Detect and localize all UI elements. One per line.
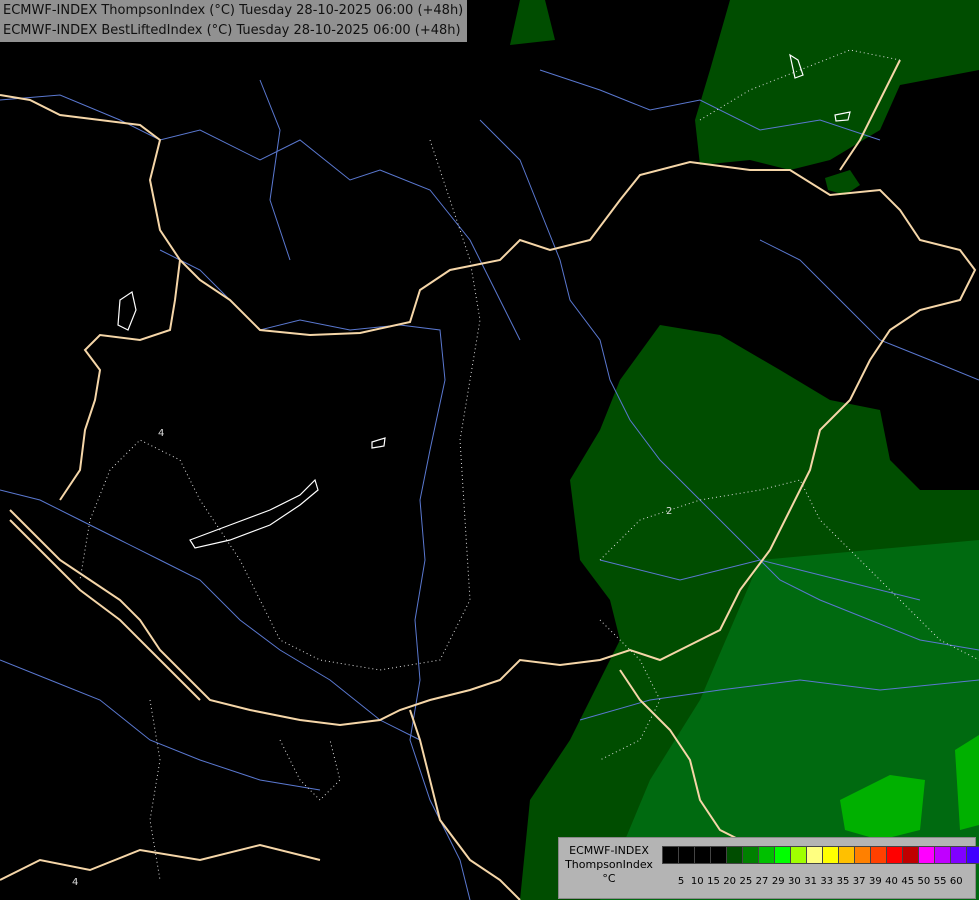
- legend-tick-label: 35: [836, 876, 850, 887]
- legend-swatch: [822, 846, 839, 864]
- legend-tick-label: 25: [739, 876, 753, 887]
- country-border: [59, 259, 181, 501]
- legend-swatch: [774, 846, 791, 864]
- legend-swatch: [726, 846, 743, 864]
- legend-tick-label: 10: [690, 876, 704, 887]
- legend-swatch: [710, 846, 727, 864]
- index-fill-layer: [510, 0, 979, 900]
- legend-ticks: 5 10 15 20 25 27 29 30 31 33 35 37 39 40 45 50 55 60: [673, 876, 964, 887]
- legend-param: ThompsonIndex: [565, 858, 653, 871]
- country-border: [0, 843, 321, 881]
- legend-tick-label: 15: [707, 876, 720, 887]
- legend-swatch: [662, 846, 679, 864]
- color-legend: ECMWF-INDEX ThompsonIndex °C 5 10 15 20 25 27…: [558, 837, 979, 899]
- green-area-top-right: [510, 0, 979, 170]
- river: [259, 79, 291, 261]
- legend-tick-label: 50: [917, 876, 931, 887]
- legend-title: ECMWF-INDEX ThompsonIndex °C: [559, 844, 659, 886]
- contour-label: 2: [666, 506, 672, 517]
- legend-swatches: [662, 846, 979, 864]
- legend-tick-label: 60: [949, 876, 963, 887]
- lake-neusiedl: [117, 291, 137, 331]
- weather-map: 4 2 4 ECMWF-INDEX ThompsonIndex (°C) Tue…: [0, 0, 979, 900]
- country-border: [9, 519, 201, 701]
- legend-swatch: [934, 846, 951, 864]
- header-title-thompson: ECMWF-INDEX ThompsonIndex (°C) Tuesday 2…: [3, 3, 464, 18]
- river: [159, 249, 471, 900]
- contour-line: [279, 739, 341, 801]
- legend-unit: °C: [602, 872, 616, 885]
- legend-swatch: [902, 846, 919, 864]
- river: [0, 489, 421, 741]
- contour-label: 4: [158, 428, 164, 439]
- legend-tick-label: 29: [771, 876, 785, 887]
- legend-swatch: [886, 846, 903, 864]
- legend-swatch: [806, 846, 823, 864]
- legend-tick-label: 31: [804, 876, 817, 887]
- legend-tick-label: 40: [885, 876, 898, 887]
- contour-label: 4: [72, 877, 78, 888]
- lake-balaton: [189, 478, 319, 549]
- map-header: ECMWF-INDEX ThompsonIndex (°C) Tuesday 2…: [0, 0, 468, 42]
- legend-swatch: [742, 846, 759, 864]
- legend-tick-label: 33: [820, 876, 834, 887]
- legend-swatch: [678, 846, 695, 864]
- legend-swatch: [870, 846, 887, 864]
- legend-swatch: [854, 846, 871, 864]
- legend-tick-label: 20: [723, 876, 737, 887]
- legend-swatch: [694, 846, 711, 864]
- legend-swatch: [838, 846, 855, 864]
- small-green-blob: [825, 170, 860, 195]
- legend-swatch: [966, 846, 979, 864]
- legend-tick-label: 37: [852, 876, 866, 887]
- legend-tick-label: 39: [868, 876, 882, 887]
- legend-tick-label: 45: [901, 876, 915, 887]
- country-border: [409, 709, 521, 900]
- river: [0, 94, 521, 341]
- legend-model: ECMWF-INDEX: [569, 844, 649, 857]
- legend-tick-label: 30: [788, 876, 801, 887]
- lake-small: [371, 437, 386, 449]
- legend-swatch: [918, 846, 935, 864]
- legend-tick-label: 55: [933, 876, 947, 887]
- map-canvas: 4 2 4: [0, 0, 979, 900]
- legend-tick-label: 5: [677, 876, 685, 887]
- legend-tick-label: 27: [755, 876, 769, 887]
- legend-swatch: [758, 846, 775, 864]
- river: [0, 659, 321, 791]
- header-title-bestlifted: ECMWF-INDEX BestLiftedIndex (°C) Tuesday…: [3, 23, 461, 38]
- legend-swatch: [950, 846, 967, 864]
- legend-swatch: [790, 846, 807, 864]
